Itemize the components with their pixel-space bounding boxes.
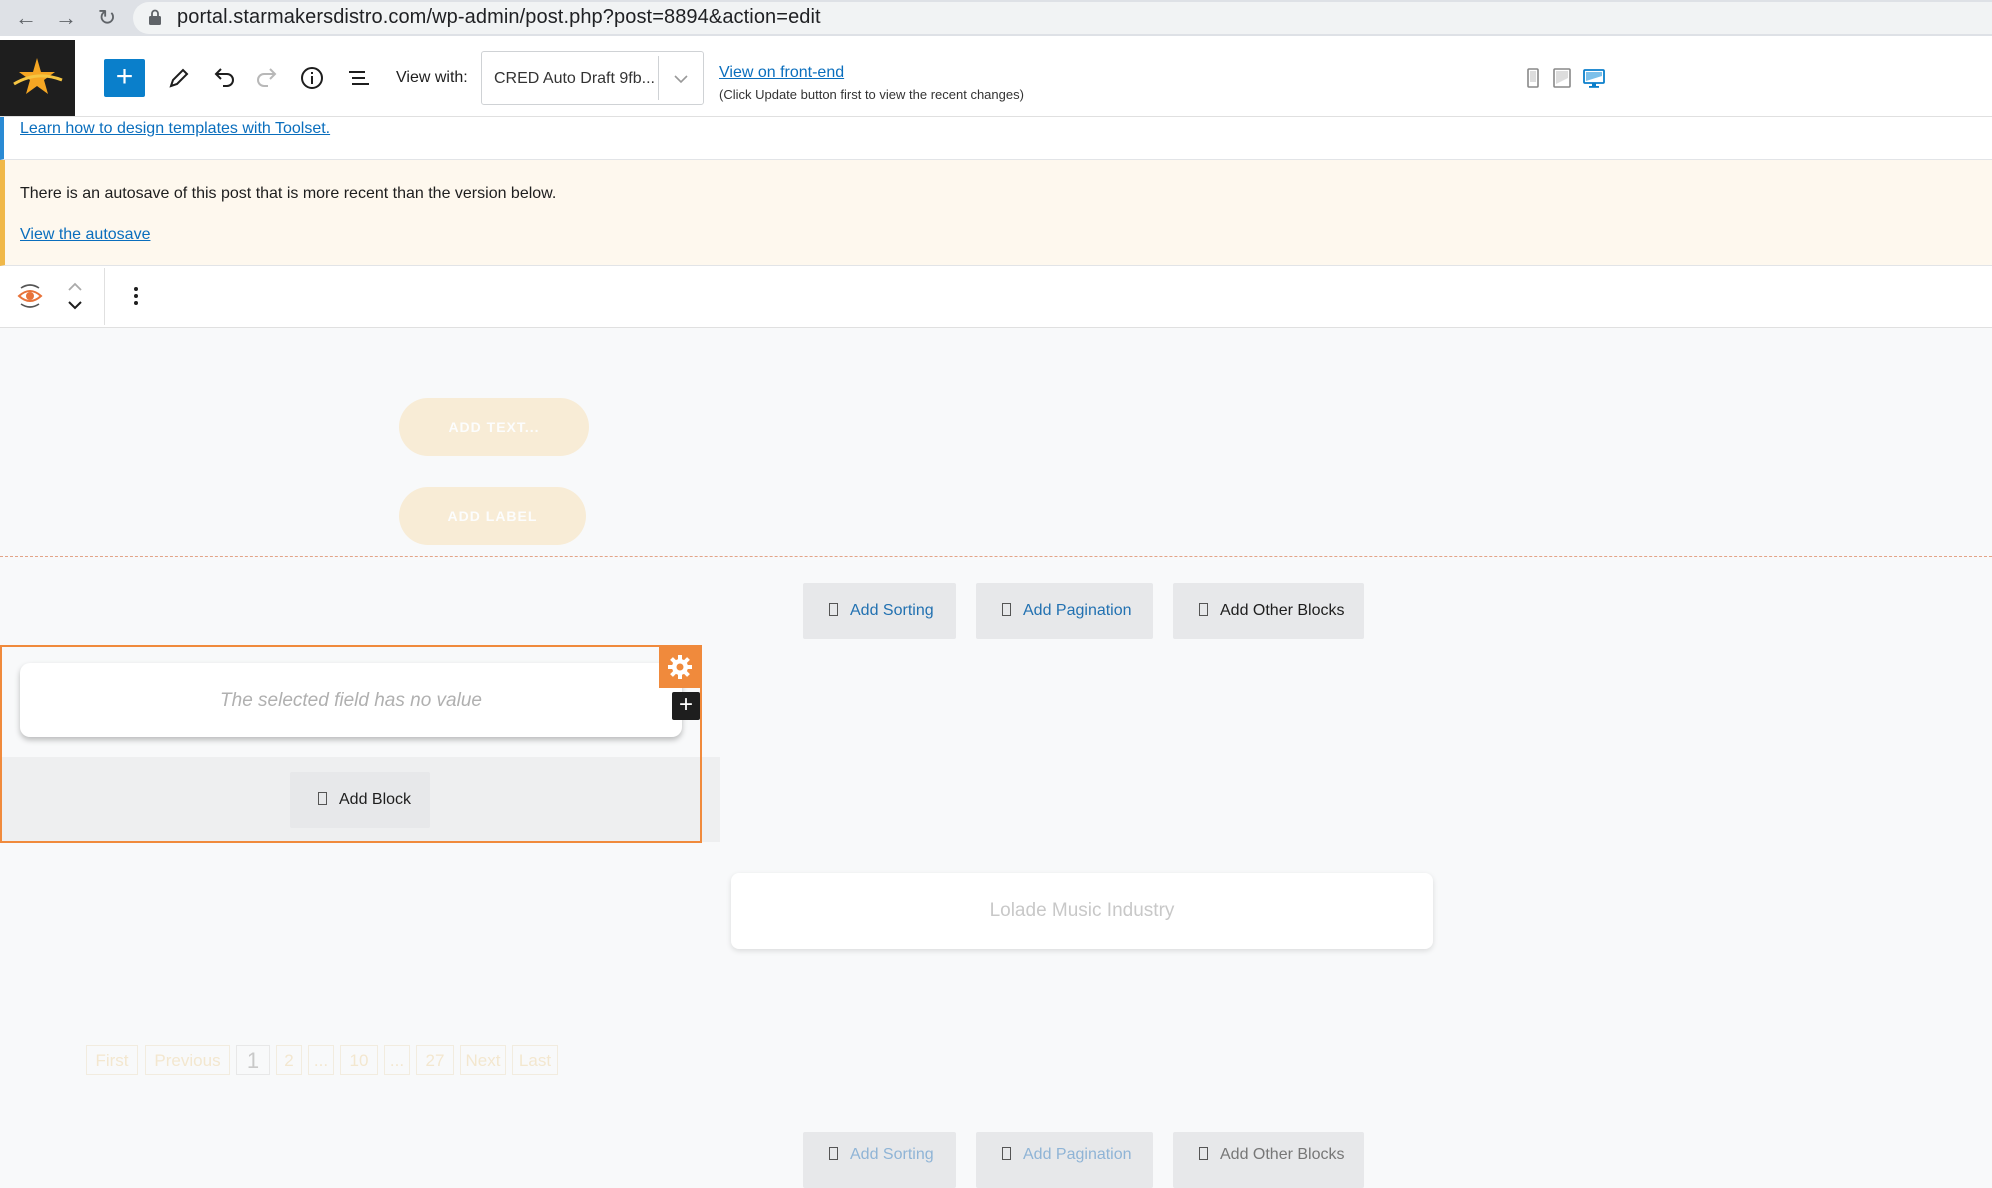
lock-icon xyxy=(149,9,161,25)
view-with-label: View with: xyxy=(396,69,468,86)
add-pagination-label: Add Pagination xyxy=(1023,602,1132,619)
add-block-button[interactable]: + xyxy=(104,59,145,97)
pagination-page[interactable]: 27 xyxy=(416,1045,454,1075)
post-title-text: Lolade Music Industry xyxy=(989,900,1175,921)
add-label-button[interactable]: ADD LABEL xyxy=(399,487,586,545)
reload-icon[interactable]: ↻ xyxy=(93,5,121,31)
list-view-icon[interactable] xyxy=(343,62,375,94)
template-select-value: CRED Auto Draft 9fb... xyxy=(494,70,655,87)
gear-icon xyxy=(668,655,692,679)
forward-arrow-icon[interactable]: → xyxy=(52,5,80,31)
front-end-note: (Click Update button first to view the r… xyxy=(719,87,1024,102)
redo-icon[interactable] xyxy=(252,62,284,94)
block-icon xyxy=(1002,1147,1011,1160)
star-logo-icon xyxy=(13,58,63,94)
add-pagination-button[interactable]: Add Pagination xyxy=(976,583,1153,639)
pencil-icon[interactable] xyxy=(162,62,194,94)
block-icon xyxy=(1002,603,1011,616)
block-icon xyxy=(829,603,838,616)
more-options-icon[interactable] xyxy=(124,283,148,309)
add-block-label: Add Block xyxy=(339,791,412,808)
add-block-button-inline[interactable]: Add Block xyxy=(290,772,430,828)
tablet-preview-icon[interactable] xyxy=(1550,66,1574,90)
pagination-first[interactable]: First xyxy=(86,1045,138,1075)
block-icon xyxy=(1199,603,1208,616)
section-divider xyxy=(0,556,1992,557)
add-other-blocks-label: Add Other Blocks xyxy=(1220,1146,1345,1163)
pagination-ellipsis: ... xyxy=(308,1045,334,1075)
add-other-blocks-label: Add Other Blocks xyxy=(1220,602,1345,619)
add-sorting-label: Add Sorting xyxy=(850,1146,934,1163)
pagination-page[interactable]: 2 xyxy=(276,1045,302,1075)
chevron-down-icon[interactable] xyxy=(668,66,694,92)
pagination-last[interactable]: Last xyxy=(512,1045,558,1075)
pagination-page-current[interactable]: 1 xyxy=(236,1045,270,1075)
block-settings-button[interactable] xyxy=(659,646,701,688)
autosave-warning-notice xyxy=(0,160,1992,266)
view-autosave-link[interactable]: View the autosave xyxy=(20,226,150,244)
add-pagination-button-bottom[interactable]: Add Pagination xyxy=(976,1132,1153,1188)
block-icon xyxy=(318,792,327,805)
view-block-icon[interactable] xyxy=(14,280,46,312)
toolset-help-link[interactable]: Learn how to design templates with Tools… xyxy=(20,120,330,138)
move-up-down-icon[interactable] xyxy=(62,276,88,316)
desktop-preview-icon[interactable] xyxy=(1582,66,1606,90)
pagination-next[interactable]: Next xyxy=(460,1045,506,1075)
mobile-preview-icon[interactable] xyxy=(1521,66,1545,90)
view-front-end-link[interactable]: View on front-end xyxy=(719,64,844,82)
add-sorting-label: Add Sorting xyxy=(850,602,934,619)
back-arrow-icon[interactable]: ← xyxy=(12,5,40,31)
site-logo[interactable] xyxy=(0,40,75,116)
add-text-button[interactable]: ADD TEXT... xyxy=(399,398,589,456)
add-sorting-button-bottom[interactable]: Add Sorting xyxy=(803,1132,956,1188)
insert-block-button[interactable]: + xyxy=(672,692,700,720)
add-sorting-button[interactable]: Add Sorting xyxy=(803,583,956,639)
block-icon xyxy=(829,1147,838,1160)
add-pagination-label: Add Pagination xyxy=(1023,1146,1132,1163)
url-text[interactable]: portal.starmakersdistro.com/wp-admin/pos… xyxy=(177,5,821,29)
add-other-blocks-button-bottom[interactable]: Add Other Blocks xyxy=(1173,1132,1364,1188)
pagination-previous[interactable]: Previous xyxy=(145,1045,230,1075)
select-divider xyxy=(658,56,659,100)
pagination-page[interactable]: 10 xyxy=(340,1045,378,1075)
field-no-value-placeholder: The selected field has no value xyxy=(220,690,482,711)
autosave-message: There is an autosave of this post that i… xyxy=(20,185,557,202)
add-other-blocks-button[interactable]: Add Other Blocks xyxy=(1173,583,1364,639)
block-toolbar xyxy=(0,266,1992,328)
toolbar-divider xyxy=(104,268,105,325)
undo-icon[interactable] xyxy=(207,62,239,94)
info-icon[interactable] xyxy=(296,62,328,94)
pagination-ellipsis: ... xyxy=(384,1045,410,1075)
block-icon xyxy=(1199,1147,1208,1160)
